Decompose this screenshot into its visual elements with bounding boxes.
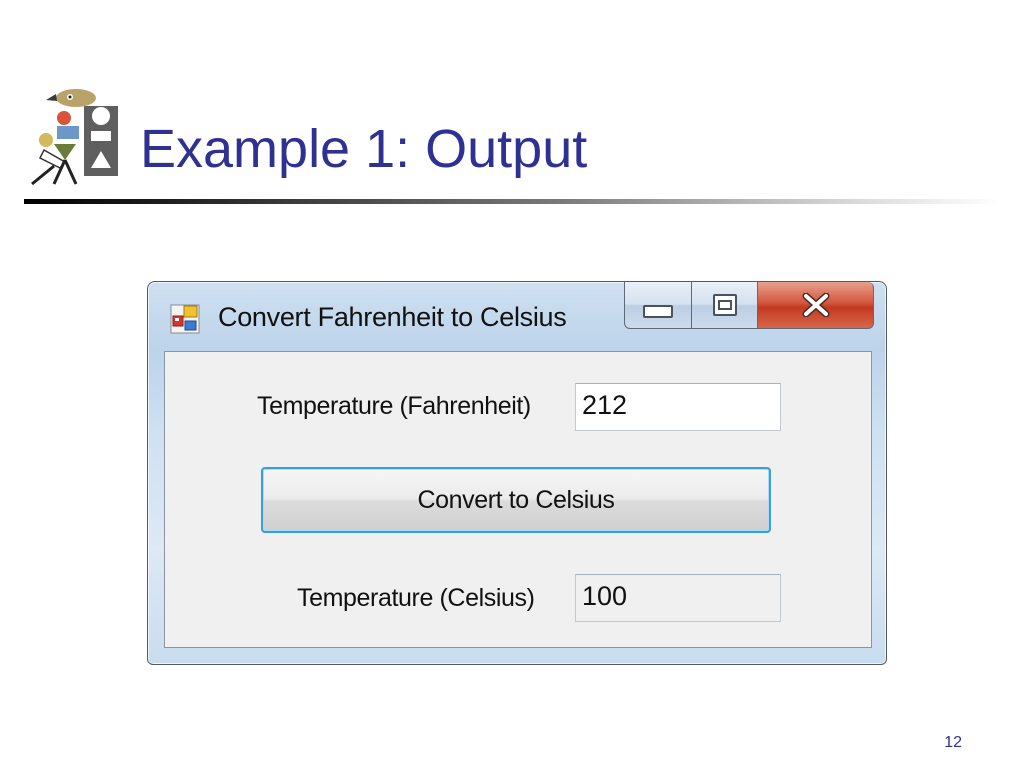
- caption-buttons: [624, 282, 874, 329]
- minimize-icon: [643, 304, 673, 318]
- window-titlebar[interactable]: Convert Fahrenheit to Celsius: [148, 282, 886, 350]
- celsius-output: 100: [575, 574, 781, 622]
- maximize-button[interactable]: [692, 282, 758, 329]
- page-number: 12: [944, 734, 962, 751]
- close-icon: [802, 293, 829, 317]
- window-title: Convert Fahrenheit to Celsius: [218, 302, 567, 332]
- form-client-area: Temperature (Fahrenheit) 212 Convert to …: [164, 351, 872, 648]
- close-button[interactable]: [758, 282, 874, 329]
- fahrenheit-input[interactable]: 212: [575, 383, 781, 431]
- decorative-shapes-logo-icon: [31, 89, 118, 186]
- title-divider: [24, 199, 1000, 204]
- slide-title: Example 1: Output: [140, 119, 588, 179]
- minimize-button[interactable]: [624, 282, 692, 329]
- convert-to-celsius-button[interactable]: Convert to Celsius: [261, 467, 771, 533]
- slide: Example 1: Output Convert Fahrenheit to …: [0, 0, 1024, 768]
- app-window: Convert Fahrenheit to Celsius Temperatur…: [147, 281, 887, 665]
- maximize-icon: [712, 294, 737, 316]
- celsius-label: Temperature (Celsius): [297, 584, 535, 612]
- fahrenheit-label: Temperature (Fahrenheit): [257, 392, 531, 420]
- form-app-icon[interactable]: [170, 304, 200, 334]
